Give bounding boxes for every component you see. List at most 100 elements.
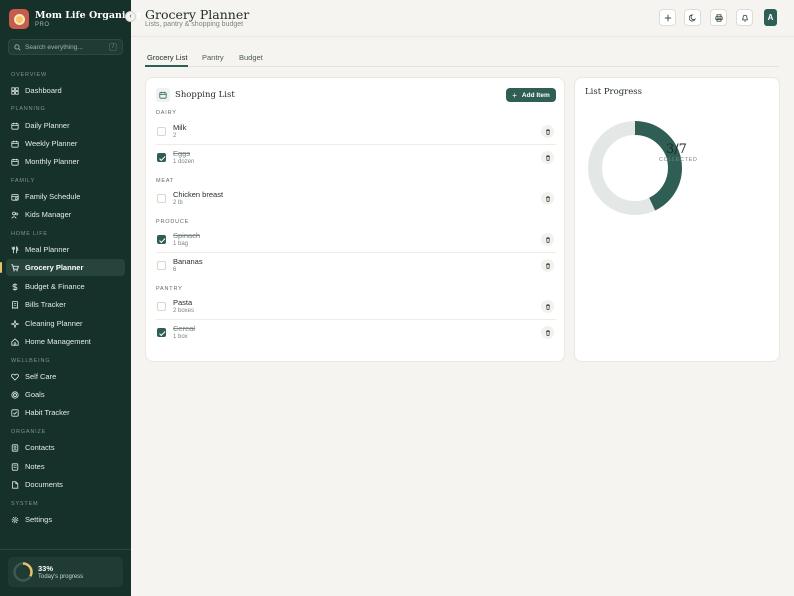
daily-progress-label: Today's progress bbox=[38, 574, 84, 580]
daily-progress-card[interactable]: 33% Today's progress bbox=[8, 557, 123, 587]
brand[interactable]: Mom Life Organizer PRO bbox=[9, 9, 142, 29]
item-checkbox[interactable] bbox=[157, 153, 166, 162]
delete-item-button[interactable] bbox=[541, 151, 554, 164]
heart-icon bbox=[11, 373, 19, 381]
sidebar-item-dashboard[interactable]: Dashboard bbox=[6, 82, 125, 99]
list-progress-card: List Progress 3/7 COLLECTED bbox=[574, 77, 780, 362]
sidebar-item-contacts[interactable]: Contacts bbox=[6, 439, 125, 456]
calendar-clock-icon bbox=[11, 193, 19, 201]
sidebar-item-notes[interactable]: Notes bbox=[6, 458, 125, 475]
sidebar-item-self-care[interactable]: Self Care bbox=[6, 368, 125, 385]
shopping-list-icon bbox=[156, 88, 170, 102]
sidebar-item-meal-planner[interactable]: Meal Planner bbox=[6, 241, 125, 258]
collected-count: 3/7 bbox=[666, 142, 687, 157]
delete-item-button[interactable] bbox=[541, 259, 554, 272]
sidebar-item-grocery-planner[interactable]: Grocery Planner bbox=[0, 259, 125, 276]
sidebar-item-habit-tracker[interactable]: Habit Tracker bbox=[6, 404, 125, 421]
trash-icon bbox=[545, 195, 550, 202]
sidebar-item-settings[interactable]: Settings bbox=[6, 511, 125, 528]
sidebar-item-label: Settings bbox=[25, 515, 53, 524]
print-button[interactable] bbox=[710, 9, 727, 26]
delete-item-button[interactable] bbox=[541, 125, 554, 138]
sidebar-item-label: Home Management bbox=[25, 337, 91, 346]
list-item: Chicken breast 2 lb bbox=[156, 187, 556, 212]
item-quantity: 1 box bbox=[173, 334, 188, 340]
search-icon bbox=[14, 43, 21, 51]
gear-icon bbox=[11, 516, 19, 523]
moon-icon bbox=[688, 14, 696, 21]
item-checkbox[interactable] bbox=[157, 302, 166, 311]
quick-add-button[interactable] bbox=[659, 9, 676, 26]
item-checkbox[interactable] bbox=[157, 328, 166, 337]
trash-icon bbox=[545, 303, 550, 310]
item-name: Milk bbox=[173, 123, 187, 132]
item-checkbox[interactable] bbox=[157, 194, 166, 203]
note-icon bbox=[11, 462, 19, 471]
active-indicator bbox=[0, 262, 2, 273]
page-subtitle: Lists, pantry & shopping budget bbox=[145, 21, 244, 28]
search-placeholder: Search everything... bbox=[25, 43, 83, 51]
tab-budget[interactable]: Budget bbox=[239, 53, 263, 62]
list-progress-donut bbox=[588, 121, 682, 215]
sidebar-item-label: Notes bbox=[25, 462, 45, 471]
delete-item-button[interactable] bbox=[541, 326, 554, 339]
sidebar-item-daily-planner[interactable]: Daily Planner bbox=[6, 117, 125, 134]
item-name: Pasta bbox=[173, 298, 193, 307]
trash-icon bbox=[545, 329, 550, 336]
sidebar-item-goals[interactable]: Goals bbox=[6, 386, 125, 403]
sidebar-item-label: Habit Tracker bbox=[25, 408, 70, 417]
bell-icon bbox=[741, 14, 748, 21]
cart-icon bbox=[11, 263, 19, 271]
sidebar-item-monthly-planner[interactable]: Monthly Planner bbox=[6, 153, 125, 170]
grid-icon bbox=[11, 86, 19, 95]
delete-item-button[interactable] bbox=[541, 192, 554, 205]
sidebar-item-bills-tracker[interactable]: Bills Tracker bbox=[6, 296, 125, 313]
list-item: Spinach 1 bag bbox=[156, 228, 556, 253]
sidebar-item-weekly-planner[interactable]: Weekly Planner bbox=[6, 135, 125, 152]
sidebar-item-label: Cleaning Planner bbox=[25, 319, 83, 328]
tab-pantry[interactable]: Pantry bbox=[202, 53, 224, 62]
add-item-label: Add Item bbox=[521, 91, 550, 99]
sparkle-icon bbox=[11, 319, 19, 328]
sidebar-item-budget-finance[interactable]: Budget & Finance bbox=[6, 278, 125, 295]
item-name: Bananas bbox=[173, 257, 203, 266]
user-avatar[interactable]: A bbox=[764, 9, 777, 26]
sidebar-item-label: Documents bbox=[25, 480, 63, 489]
shopping-list-title: Shopping List bbox=[175, 90, 235, 100]
nav-section-wellbeing: WELLBEING bbox=[11, 358, 51, 364]
trash-icon bbox=[545, 154, 550, 161]
calendar-icon bbox=[11, 158, 19, 166]
item-quantity: 2 bbox=[173, 133, 177, 139]
item-checkbox[interactable] bbox=[157, 235, 166, 244]
list-item: Milk 2 bbox=[156, 120, 556, 145]
sidebar-item-label: Daily Planner bbox=[25, 121, 70, 130]
sidebar-item-cleaning-planner[interactable]: Cleaning Planner bbox=[6, 315, 125, 332]
sidebar-item-label: Grocery Planner bbox=[25, 263, 84, 272]
theme-toggle-button[interactable] bbox=[684, 9, 701, 26]
nav-section-planning: PLANNING bbox=[11, 106, 46, 112]
add-item-button[interactable]: + Add Item bbox=[506, 88, 556, 102]
category-label: DAIRY bbox=[156, 110, 177, 116]
sidebar-item-documents[interactable]: Documents bbox=[6, 476, 125, 493]
sidebar-item-kids-manager[interactable]: Kids Manager bbox=[6, 206, 125, 223]
tab-grocery-list[interactable]: Grocery List bbox=[147, 53, 187, 62]
trash-icon bbox=[545, 236, 550, 243]
page-title: Grocery Planner bbox=[145, 7, 250, 22]
sidebar-item-home-management[interactable]: Home Management bbox=[6, 333, 125, 350]
target-icon bbox=[11, 390, 19, 399]
sidebar-item-family-schedule[interactable]: Family Schedule bbox=[6, 188, 125, 205]
item-checkbox[interactable] bbox=[157, 127, 166, 136]
item-checkbox[interactable] bbox=[157, 261, 166, 270]
notifications-button[interactable] bbox=[736, 9, 753, 26]
page-header: Grocery Planner Lists, pantry & shopping… bbox=[131, 0, 794, 36]
delete-item-button[interactable] bbox=[541, 233, 554, 246]
shopping-list-card: Shopping List + Add Item DAIRY Milk 2 Eg… bbox=[145, 77, 565, 362]
sidebar-item-label: Goals bbox=[25, 390, 45, 399]
delete-item-button[interactable] bbox=[541, 300, 554, 313]
category-label: MEAT bbox=[156, 178, 175, 184]
category-label: PANTRY bbox=[156, 286, 183, 292]
item-name: Cereal bbox=[173, 324, 196, 333]
search-input[interactable]: Search everything... / bbox=[8, 39, 123, 55]
collapse-sidebar-button[interactable]: ‹ bbox=[125, 11, 136, 22]
nav-section-organize: ORGANIZE bbox=[11, 429, 47, 435]
